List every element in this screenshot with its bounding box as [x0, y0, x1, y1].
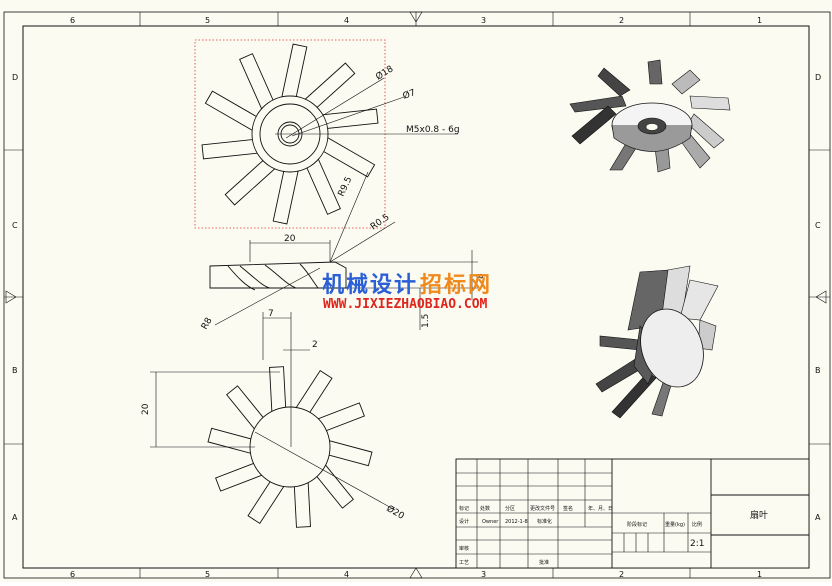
zone-col-4: 4 [344, 16, 349, 25]
tb-standard: 标准化 [537, 518, 552, 525]
tb-label-mark: 标记 [459, 505, 469, 512]
title-block: 标记 处数 分区 更改文件号 签名 年、月、日 设计 Owner 2012-1-… [455, 458, 810, 569]
tb-stage: 阶段标记 [627, 521, 647, 528]
zone-col-3: 3 [481, 16, 486, 25]
zone-col-2: 2 [619, 16, 624, 25]
tb-weight: 重量(kg) [665, 521, 685, 528]
tb-label-zone: 分区 [505, 505, 515, 512]
tb-owner: Owner [482, 519, 499, 525]
zone-col-3-bottom: 3 [481, 570, 486, 579]
watermark-chinese-1: 机械设计 [322, 273, 418, 298]
zone-row-b-right: B [815, 366, 821, 375]
zone-col-2-bottom: 2 [619, 570, 624, 579]
zone-row-d: D [12, 73, 18, 82]
dia7-label: Ø7 [401, 87, 417, 102]
tb-review: 审核 [459, 545, 469, 552]
tb-label-sign: 签名 [563, 505, 573, 512]
isometric-view-bottom [595, 265, 719, 419]
zone-col-4-bottom: 4 [344, 570, 349, 579]
zone-col-5: 5 [205, 16, 210, 25]
tb-label-date: 年、月、日 [588, 505, 613, 512]
zone-row-c: C [12, 221, 18, 230]
height-20-label: 20 [141, 403, 151, 415]
thread-label: M5x0.8 - 6g [406, 125, 460, 135]
watermark: 机械设计 招标网 WWW.JIXIEZHAOBIAO.COM [322, 272, 492, 312]
len-2-label: 2 [312, 340, 318, 350]
tb-label-count: 处数 [480, 505, 490, 512]
zone-col-6-bottom: 6 [70, 570, 75, 579]
width-20-label: 20 [284, 234, 296, 244]
tb-date: 2012-1-8 [505, 519, 528, 525]
drawing-canvas: 6 5 4 3 2 1 6 5 4 3 2 1 D C B A D C B A … [3, 11, 831, 579]
bottom-view-hub [249, 406, 331, 488]
tb-design: 设计 [459, 518, 469, 525]
zone-row-a-right: A [815, 513, 821, 522]
r0-5-label: R0.5 [369, 212, 392, 232]
zone-col-1: 1 [757, 16, 762, 25]
dia18-label: Ø18 [374, 63, 396, 82]
isometric-view-top [569, 59, 731, 173]
zone-col-6: 6 [70, 16, 75, 25]
height-1-5-label: 1.5 [421, 314, 431, 328]
tb-approve: 批准 [539, 559, 549, 566]
drawing-sheet: 6 5 4 3 2 1 6 5 4 3 2 1 D C B A D C B A … [0, 0, 832, 582]
r9-5-label: R9.5 [337, 175, 355, 198]
zone-row-a: A [12, 513, 18, 522]
tb-part-name: 扇叶 [750, 509, 768, 521]
tb-scale: 2:1 [690, 539, 704, 549]
len-7-label: 7 [268, 309, 274, 319]
zone-row-b: B [12, 366, 18, 375]
zone-row-c-right: C [815, 221, 821, 230]
tb-craft: 工艺 [459, 560, 469, 566]
zone-row-d-right: D [815, 73, 821, 82]
zone-col-1-bottom: 1 [757, 570, 762, 579]
tb-scale-label: 比例 [692, 521, 702, 528]
r8-label: R8 [200, 316, 215, 332]
dia20-label: Ø20 [385, 503, 407, 522]
tb-label-change: 更改文件号 [530, 505, 555, 512]
watermark-chinese-2: 招标网 [420, 272, 492, 298]
watermark-url: WWW.JIXIEZHAOBIAO.COM [323, 297, 488, 312]
zone-col-5-bottom: 5 [205, 570, 210, 579]
